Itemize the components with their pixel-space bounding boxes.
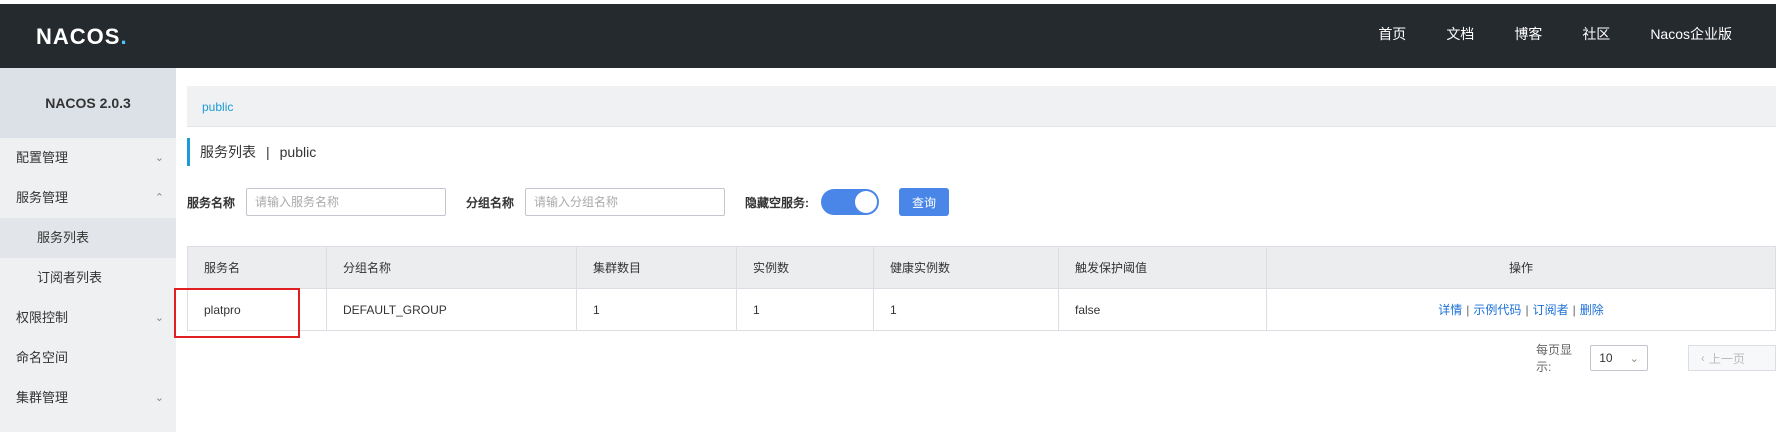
col-instance-count: 实例数 <box>736 246 874 289</box>
pagination: 每页显示: 10 ⌄ ‹ 上一页 <box>1536 341 1776 375</box>
sidebar-item-service-mgmt[interactable]: 服务管理 ⌃ <box>0 178 176 218</box>
sidebar-item-label: 订阅者列表 <box>37 270 103 285</box>
page-size-select[interactable]: 10 ⌄ <box>1590 345 1648 371</box>
service-name-input[interactable] <box>246 188 447 216</box>
cell-group-name: DEFAULT_GROUP <box>326 288 577 331</box>
sidebar-item-auth[interactable]: 权限控制 ⌄ <box>0 298 176 338</box>
group-name-label: 分组名称 <box>466 195 515 210</box>
chevron-down-icon: ⌄ <box>154 152 164 164</box>
delete-link[interactable]: 删除 <box>1580 303 1604 317</box>
page-size-value: 10 <box>1599 351 1613 365</box>
col-healthy-count: 健康实例数 <box>873 246 1059 289</box>
subscribers-link[interactable]: 订阅者 <box>1533 303 1569 317</box>
detail-link[interactable]: 详情 <box>1438 303 1462 317</box>
chevron-down-icon: ⌄ <box>1629 352 1639 365</box>
chevron-left-icon: ‹ <box>1700 351 1705 365</box>
sidebar-item-label: 服务列表 <box>37 230 90 245</box>
group-name-input[interactable] <box>525 188 726 216</box>
hide-empty-toggle[interactable] <box>821 189 880 215</box>
service-table: 服务名 分组名称 集群数目 实例数 健康实例数 触发保护阈值 操作 platpr… <box>187 246 1776 331</box>
chevron-down-icon: ⌄ <box>154 312 164 324</box>
sidebar-item-cluster[interactable]: 集群管理 ⌄ <box>0 378 176 418</box>
sample-code-link[interactable]: 示例代码 <box>1473 303 1521 317</box>
sidebar-item-namespace[interactable]: 命名空间 <box>0 338 176 378</box>
sidebar-item-label: 服务管理 <box>16 190 69 205</box>
cell-operations: 详情 | 示例代码 | 订阅者 | 删除 <box>1266 288 1776 331</box>
col-service-name: 服务名 <box>187 246 327 289</box>
nav-enterprise[interactable]: Nacos企业版 <box>1650 24 1732 44</box>
cell-service-name: platpro <box>187 288 327 331</box>
hide-empty-label: 隐藏空服务: <box>745 195 810 210</box>
chevron-up-icon: ⌃ <box>154 192 164 204</box>
title-separator: | <box>266 144 270 160</box>
prev-page-label: 上一页 <box>1708 351 1745 366</box>
top-strip <box>0 0 1776 4</box>
col-cluster-count: 集群数目 <box>576 246 737 289</box>
sidebar-item-service-list[interactable]: 服务列表 <box>0 218 176 258</box>
col-group-name: 分组名称 <box>326 246 577 289</box>
breadcrumb: public <box>187 86 1776 127</box>
top-nav-links: 首页 文档 博客 社区 Nacos企业版 <box>1338 0 1732 68</box>
nav-community[interactable]: 社区 <box>1582 24 1610 44</box>
prev-page-button[interactable]: ‹ 上一页 <box>1687 345 1776 371</box>
main-content: public 服务列表 | public 服务名称 分组名称 隐藏空服务: 查询… <box>176 68 1776 432</box>
nav-docs[interactable]: 文档 <box>1446 24 1474 44</box>
sidebar-item-label: 配置管理 <box>16 150 69 165</box>
cell-protect-threshold: false <box>1058 288 1267 331</box>
query-button[interactable]: 查询 <box>899 188 950 216</box>
sidebar-version: NACOS 2.0.3 <box>0 68 176 138</box>
sidebar-item-subscribers[interactable]: 订阅者列表 <box>0 258 176 298</box>
service-name-label: 服务名称 <box>187 195 236 210</box>
page-title: 服务列表 | public <box>187 138 316 166</box>
cell-instance-count: 1 <box>736 288 874 331</box>
chevron-down-icon: ⌄ <box>154 392 164 404</box>
col-operations: 操作 <box>1266 246 1776 289</box>
sidebar-item-config[interactable]: 配置管理 ⌄ <box>0 138 176 178</box>
filter-bar: 服务名称 分组名称 隐藏空服务: 查询 <box>187 187 950 217</box>
nacos-logo[interactable]: NACOS. <box>36 24 128 50</box>
page-title-text: 服务列表 <box>200 144 256 160</box>
cell-cluster-count: 1 <box>576 288 737 331</box>
page-namespace: public <box>279 144 317 160</box>
nav-home[interactable]: 首页 <box>1378 24 1406 44</box>
nav-blog[interactable]: 博客 <box>1514 24 1542 44</box>
sidebar-item-label: 权限控制 <box>16 310 69 325</box>
toggle-knob <box>855 191 878 213</box>
table-row: platpro DEFAULT_GROUP 1 1 1 false 详情 | 示例代… <box>187 288 1776 331</box>
page-size-label: 每页显示: <box>1536 343 1573 374</box>
cell-healthy-count: 1 <box>873 288 1059 331</box>
col-protect-threshold: 触发保护阈值 <box>1058 246 1267 289</box>
top-navbar: NACOS. 首页 文档 博客 社区 Nacos企业版 <box>0 0 1776 68</box>
sidebar-item-label: 命名空间 <box>16 350 69 365</box>
sidebar: NACOS 2.0.3 配置管理 ⌄ 服务管理 ⌃ 服务列表 订阅者列表 权限控… <box>0 68 176 432</box>
table-header-row: 服务名 分组名称 集群数目 实例数 健康实例数 触发保护阈值 操作 <box>187 246 1776 289</box>
sidebar-item-label: 集群管理 <box>16 390 69 405</box>
namespace-crumb[interactable]: public <box>202 100 233 114</box>
